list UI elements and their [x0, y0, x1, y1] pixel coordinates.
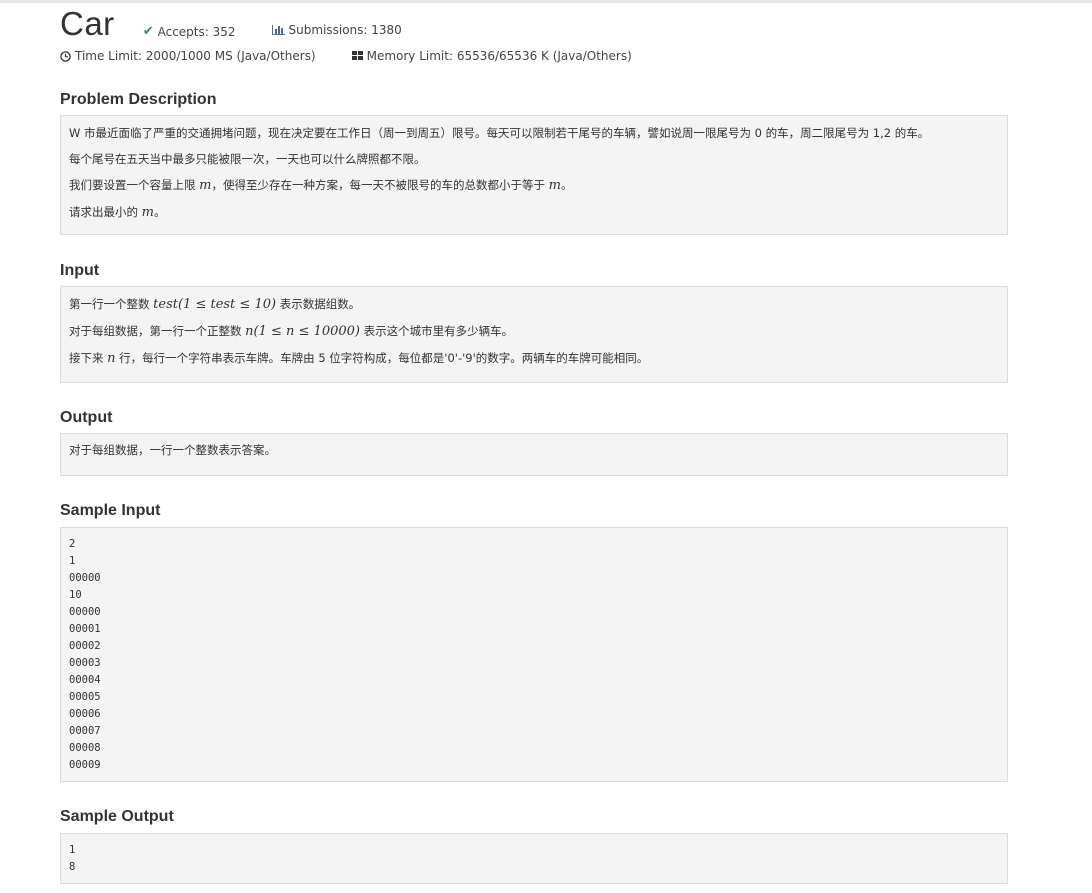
input-text: 表示这个城市里有多少辆车。 — [360, 324, 514, 338]
check-icon: ✔ — [142, 24, 154, 39]
time-limit: Time Limit: 2000/1000 MS (Java/Others) — [60, 49, 316, 63]
description-line-4: 请求出最小的 m。 — [61, 199, 1007, 226]
math-n: n — [107, 351, 116, 366]
input-text: 对于每组数据，第一行一个正整数 — [69, 324, 246, 338]
sample-input-line: 00006 — [69, 708, 101, 720]
accepts-count: Accepts: 352 — [157, 25, 236, 39]
time-limit-text: Time Limit: 2000/1000 MS (Java/Others) — [75, 49, 316, 63]
sample-output-line: 8 — [69, 861, 76, 873]
sample-input-line: 1 — [69, 555, 76, 567]
description-text: 我们要设置一个容量上限 — [69, 178, 200, 192]
description-text: 请求出最小的 — [69, 205, 142, 219]
output-line-1: 对于每组数据，一行一个整数表示答案。 — [69, 443, 276, 457]
input-panel: 第一行一个整数 test(1 ≤ test ≤ 10) 表示数据组数。 对于每组… — [60, 286, 1008, 383]
sample-input-panel: 2 1 00000 10 00000 00001 00002 00003 000… — [60, 527, 1008, 782]
math-m: m — [199, 178, 212, 193]
problem-header: Car ✔ Accepts: 352 Submissions: 1380 Tim… — [60, 5, 1010, 65]
input-line-1: 第一行一个整数 test(1 ≤ test ≤ 10) 表示数据组数。 — [61, 291, 1007, 318]
clock-icon — [60, 50, 71, 62]
description-line-3: 我们要设置一个容量上限 m，使得至少存在一种方案，每一天不被限号的车的总数都小于… — [61, 172, 1007, 199]
math-m: m — [141, 205, 154, 220]
grid-icon — [351, 51, 363, 61]
sample-output-panel: 1 8 — [60, 833, 1008, 884]
output-panel: 对于每组数据，一行一个整数表示答案。 — [60, 433, 1008, 476]
input-text: 行，每行一个字符串表示车牌。车牌由 5 位字符构成，每位都是'0'-'9'的数字… — [115, 351, 649, 365]
problem-description-section: Problem Description W 市最近面临了严重的交通拥堵问题，现在… — [60, 90, 1010, 235]
output-heading: Output — [60, 409, 113, 426]
title-row: Car ✔ Accepts: 352 Submissions: 1380 — [60, 5, 1010, 43]
accepts-stat: ✔ Accepts: 352 — [143, 13, 236, 51]
top-border — [0, 0, 1092, 3]
limits-row: Time Limit: 2000/1000 MS (Java/Others) M… — [60, 47, 1010, 65]
input-section: Input 第一行一个整数 test(1 ≤ test ≤ 10) 表示数据组数… — [60, 261, 1010, 383]
memory-limit-text: Memory Limit: 65536/65536 K (Java/Others… — [366, 49, 632, 63]
description-text: 。 — [153, 205, 166, 219]
description-text: ，使得至少存在一种方案，每一天不被限号的车的总数都小于等于 — [211, 178, 549, 192]
sample-input-line: 00001 — [69, 623, 101, 635]
sample-input-line: 00003 — [69, 657, 101, 669]
sample-input-line: 2 — [69, 538, 76, 550]
sample-input-line: 00008 — [69, 742, 101, 754]
submissions-count: Submissions: 1380 — [288, 22, 402, 37]
sample-input-line: 00000 — [69, 572, 101, 584]
input-line-2: 对于每组数据，第一行一个正整数 n(1 ≤ n ≤ 10000) 表示这个城市里… — [61, 318, 1007, 345]
submissions-stat: Submissions: 1380 — [271, 11, 402, 49]
sample-input-heading: Sample Input — [60, 502, 161, 519]
sample-output-heading: Sample Output — [60, 808, 174, 825]
input-line-3: 接下来 n 行，每行一个字符串表示车牌。车牌由 5 位字符构成，每位都是'0'-… — [61, 345, 1007, 372]
sample-output-section: Sample Output 1 8 — [60, 807, 1010, 884]
problem-title: Car — [60, 5, 115, 42]
sample-input-section: Sample Input 2 1 00000 10 00000 00001 00… — [60, 501, 1010, 782]
description-line-2: 每个尾号在五天当中最多只能被限一次，一天也可以什么牌照都不限。 — [69, 152, 426, 166]
math-m: m — [548, 178, 561, 193]
math-n-range: n(1 ≤ n ≤ 10000) — [245, 324, 360, 339]
math-test-range: test(1 ≤ test ≤ 10) — [153, 297, 277, 312]
sample-input-line: 00002 — [69, 640, 101, 652]
sample-input-line: 00009 — [69, 759, 101, 771]
input-text: 表示数据组数。 — [276, 297, 361, 311]
description-text: 。 — [560, 178, 573, 192]
sample-input-line: 00004 — [69, 674, 101, 686]
sample-input-line: 00007 — [69, 725, 101, 737]
memory-limit: Memory Limit: 65536/65536 K (Java/Others… — [351, 49, 632, 63]
sample-input-line: 10 — [69, 589, 82, 601]
input-text: 第一行一个整数 — [69, 297, 154, 311]
input-text: 接下来 — [69, 351, 108, 365]
input-heading: Input — [60, 262, 100, 279]
output-section: Output 对于每组数据，一行一个整数表示答案。 — [60, 408, 1010, 476]
problem-description-heading: Problem Description — [60, 91, 217, 108]
sample-output-line: 1 — [69, 844, 76, 856]
bar-chart-icon — [271, 24, 285, 35]
sample-input-line: 00005 — [69, 691, 101, 703]
sample-input-line: 00000 — [69, 606, 101, 618]
problem-description-panel: W 市最近面临了严重的交通拥堵问题，现在决定要在工作日（周一到周五）限号。每天可… — [60, 115, 1008, 235]
description-line-1: W 市最近面临了严重的交通拥堵问题，现在决定要在工作日（周一到周五）限号。每天可… — [69, 126, 930, 140]
